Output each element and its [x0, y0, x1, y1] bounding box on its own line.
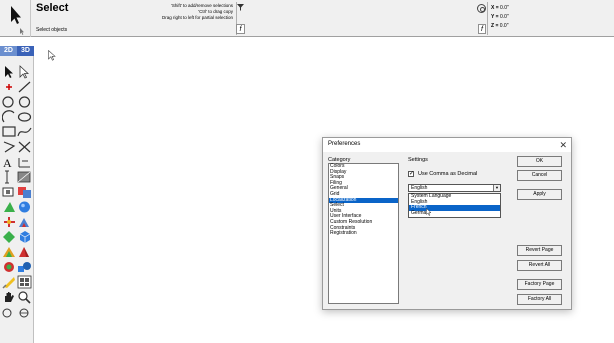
image-icon[interactable] — [2, 185, 17, 199]
3d-solids-icon[interactable] — [17, 260, 32, 274]
language-dropdown-list[interactable]: System Language English French German — [408, 193, 501, 218]
factory-all-button[interactable]: Factory All — [517, 294, 562, 305]
3d-light-icon[interactable] — [2, 275, 17, 289]
view-tabs: 2D 3D — [0, 46, 34, 56]
tool-hint: Select objects — [36, 27, 68, 33]
comma-decimal-checkbox[interactable]: ✓ — [408, 171, 414, 177]
y-value: 0.0" — [499, 14, 509, 20]
select-outline-icon[interactable] — [17, 65, 32, 79]
dimension-icon[interactable] — [17, 155, 32, 169]
svg-text:A: A — [3, 156, 12, 169]
x-label: X = — [491, 5, 499, 11]
language-option[interactable]: German — [409, 210, 500, 217]
arc-icon[interactable] — [2, 110, 17, 124]
dialog-title: Preferences — [328, 141, 361, 147]
3d-pyramid-icon[interactable] — [17, 245, 32, 259]
category-item[interactable]: Registration — [329, 231, 398, 237]
toolbox: 2D 3D A — [0, 46, 34, 343]
close-icon[interactable]: ✕ — [559, 139, 567, 151]
3d-transform-icon[interactable] — [2, 215, 17, 229]
hatch-icon[interactable] — [17, 170, 32, 184]
category-list[interactable]: Colors Display Snaps Filing General Grid… — [328, 163, 399, 304]
tool-tips: 'Shift' to add/remove selections 'Ctrl' … — [120, 3, 233, 22]
3d-revolve-icon[interactable] — [2, 230, 17, 244]
select-arrow-icon[interactable] — [2, 65, 17, 79]
3d-render-icon[interactable] — [17, 275, 32, 289]
tip-line: Drag right to left for partial selection — [161, 15, 233, 21]
3d-extrude-icon[interactable] — [17, 215, 32, 229]
target-icon[interactable] — [477, 4, 486, 13]
mouse-pointer-icon — [426, 208, 432, 216]
coord-formula-button[interactable]: f — [478, 24, 486, 34]
factory-page-button[interactable]: Factory Page — [517, 279, 562, 290]
3d-loft-icon[interactable] — [2, 245, 17, 259]
active-tool-panel — [0, 0, 31, 37]
walk-icon[interactable] — [17, 305, 32, 319]
polyline-icon[interactable] — [2, 140, 17, 154]
vertical-dimension-icon[interactable] — [2, 170, 17, 184]
revert-page-button[interactable]: Revert Page — [517, 245, 562, 256]
3d-cone-icon[interactable] — [2, 200, 17, 214]
chevron-down-icon[interactable]: ▼ — [493, 185, 500, 191]
layers-icon[interactable] — [17, 185, 32, 199]
z-value: 0.0" — [499, 23, 509, 29]
circle-icon[interactable] — [2, 95, 17, 109]
rectangle-icon[interactable] — [2, 125, 17, 139]
language-select-value: English — [411, 185, 428, 191]
mouse-pointer-icon — [48, 50, 56, 61]
cancel-button[interactable]: Cancel — [517, 170, 562, 181]
hand-pan-icon[interactable] — [2, 290, 17, 304]
ok-button[interactable]: OK — [517, 156, 562, 167]
x-value: 0.0" — [500, 5, 509, 11]
coordinate-readout: X = 0.0" Y = 0.0" Z = 0.0" — [491, 4, 509, 31]
ellipse-icon[interactable] — [17, 110, 32, 124]
line-icon[interactable] — [17, 80, 32, 94]
comma-decimal-label: Use Comma as Decimal — [418, 171, 478, 177]
formula-button[interactable]: f — [236, 24, 245, 34]
language-select[interactable]: English ▼ — [408, 184, 501, 192]
apply-button[interactable]: Apply — [517, 189, 562, 200]
tab-3d[interactable]: 3D — [17, 46, 34, 56]
app-window: Select Select objects 'Shift' to add/rem… — [0, 0, 614, 343]
tab-2d[interactable]: 2D — [0, 46, 17, 56]
text-icon[interactable]: A — [2, 155, 17, 169]
3d-sphere-icon[interactable] — [17, 200, 32, 214]
cross-icon[interactable] — [17, 140, 32, 154]
z-label: Z = — [491, 23, 499, 29]
3d-sweep-icon[interactable] — [2, 260, 17, 274]
preferences-dialog: Preferences ✕ Category Colors Display Sn… — [322, 137, 572, 310]
arrow-cursor-icon — [11, 6, 24, 35]
orbit-icon[interactable] — [2, 305, 17, 319]
curve-icon[interactable] — [17, 125, 32, 139]
tool-name: Select — [36, 2, 69, 14]
point-icon[interactable] — [2, 80, 17, 94]
settings-label: Settings — [408, 157, 428, 163]
y-label: Y = — [491, 14, 499, 20]
status-bar: Select Select objects 'Shift' to add/rem… — [0, 0, 614, 37]
filter-icon[interactable] — [237, 4, 244, 11]
circle-alt-icon[interactable] — [17, 95, 32, 109]
3d-box-icon[interactable] — [17, 230, 32, 244]
dialog-title-bar[interactable]: Preferences ✕ — [323, 138, 571, 152]
zoom-icon[interactable] — [17, 290, 32, 304]
revert-all-button[interactable]: Revert All — [517, 260, 562, 271]
